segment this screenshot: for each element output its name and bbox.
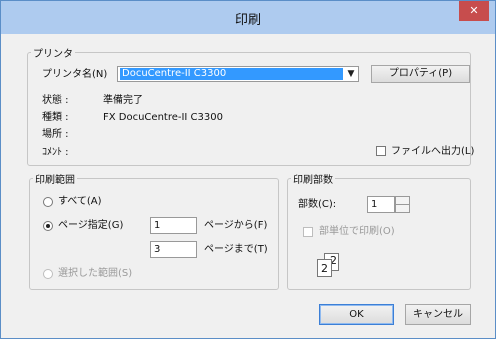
close-icon: ✕ (469, 4, 479, 17)
printer-name-label: プリンタ名(N) (42, 69, 108, 80)
range-pages-label: ページ指定(G) (58, 220, 124, 231)
printer-select[interactable]: DocuCentre-II C3300 ▼ (117, 66, 359, 82)
dialog-title: 印刷 (234, 13, 261, 28)
range-pages-radio[interactable] (43, 221, 53, 231)
close-button[interactable]: ✕ (459, 1, 489, 21)
status-label: 状態 : (42, 95, 69, 106)
ok-button[interactable]: OK (319, 304, 394, 325)
range-all-label: すべて(A) (58, 196, 102, 207)
chevron-down-icon[interactable]: ▼ (344, 67, 358, 81)
to-page-input[interactable]: 3 (150, 241, 197, 258)
collate-label: 部単位で印刷(O) (319, 226, 395, 237)
range-selection-label: 選択した範囲(S) (58, 268, 133, 279)
copies-spinner[interactable] (395, 196, 410, 213)
print-range-label: 印刷範囲 (35, 175, 75, 186)
from-page-input[interactable]: 1 (150, 217, 197, 234)
cancel-button[interactable]: キャンセル (405, 304, 471, 325)
copies-group-label: 印刷部数 (293, 175, 333, 186)
properties-button[interactable]: プロパティ(P) (371, 65, 470, 83)
comment-label: ｺﾒﾝﾄ : (42, 147, 69, 158)
copies-count-input[interactable]: 1 (367, 196, 395, 213)
type-label: 種類 : (42, 112, 69, 123)
copies-count-label: 部数(C): (298, 199, 337, 210)
from-page-label: ページから(F) (204, 220, 268, 231)
collate-checkbox[interactable] (303, 227, 313, 237)
print-to-file-checkbox[interactable] (376, 146, 386, 156)
type-value: FX DocuCentre-II C3300 (103, 112, 223, 123)
printer-group-label: プリンタ (33, 49, 73, 60)
collate-pages-icon: 2 2 (314, 251, 352, 279)
to-page-label: ページまで(T) (204, 244, 268, 255)
range-all-radio[interactable] (43, 197, 53, 207)
title-bar: 印刷 ✕ (1, 1, 495, 34)
range-selection-radio[interactable] (43, 269, 53, 279)
print-to-file-label: ファイルへ出力(L) (391, 146, 475, 157)
print-dialog: 印刷 ✕ プリンタ プリンタ名(N) DocuCentre-II C3300 ▼… (0, 0, 496, 339)
status-value: 準備完了 (103, 95, 143, 106)
printer-selected-value: DocuCentre-II C3300 (122, 68, 227, 79)
location-label: 場所 : (42, 129, 69, 140)
